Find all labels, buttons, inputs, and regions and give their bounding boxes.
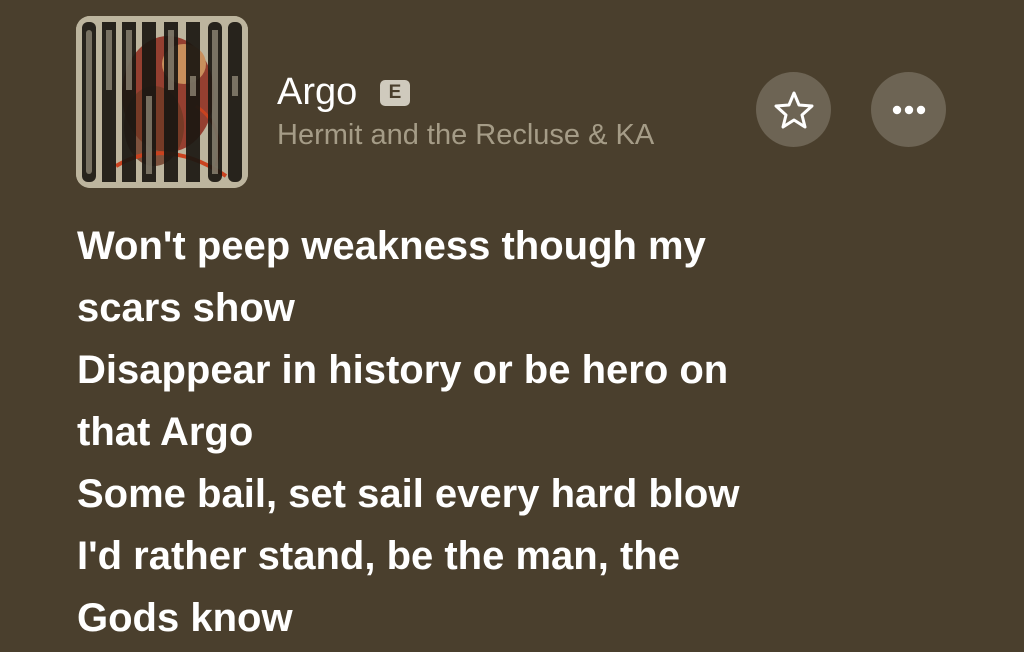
- more-options-button[interactable]: [871, 72, 946, 147]
- now-playing-lyrics-screen: Argo E Hermit and the Recluse & KA Won't…: [0, 0, 1024, 652]
- album-artwork-image: [76, 16, 248, 188]
- star-outline-icon: [774, 91, 813, 128]
- lyric-line[interactable]: Some bail, set sail every hard blow: [77, 463, 937, 525]
- lyric-line[interactable]: scars show: [77, 277, 937, 339]
- lyric-line[interactable]: that Argo: [77, 401, 937, 463]
- track-title: Argo: [277, 71, 358, 113]
- ellipsis-icon: [892, 105, 925, 114]
- album-artwork[interactable]: [76, 16, 248, 188]
- lyric-line[interactable]: Disappear in history or be hero on: [77, 339, 937, 401]
- lyric-line[interactable]: I'd rather stand, be the man, the: [77, 525, 937, 587]
- favorite-button[interactable]: [756, 72, 831, 147]
- lyrics-panel[interactable]: Won't peep weakness though my scars show…: [77, 215, 937, 649]
- lyric-line[interactable]: Won't peep weakness though my: [77, 215, 937, 277]
- explicit-badge: E: [380, 80, 410, 106]
- lyric-line[interactable]: Gods know: [77, 587, 937, 649]
- artist-name[interactable]: Hermit and the Recluse & KA: [277, 117, 654, 153]
